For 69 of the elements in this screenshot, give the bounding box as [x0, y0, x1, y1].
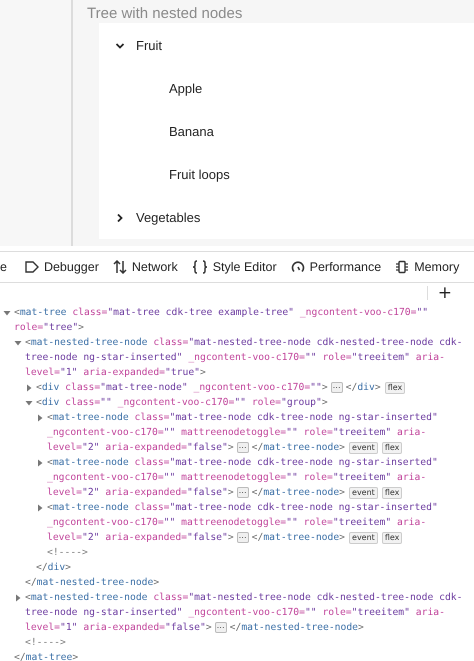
- markup-text: level="2" aria-expanded="false">: [47, 442, 234, 453]
- markup-text: </mat-tree-node>: [252, 442, 346, 453]
- markup-text: level="2" aria-expanded="false">: [47, 532, 234, 543]
- chevron-icon[interactable]: [115, 212, 125, 222]
- markup-text: <!---->: [25, 637, 66, 648]
- tree-node-label[interactable]: Vegetables: [136, 210, 200, 225]
- expanded-triangle-icon[interactable]: [25, 398, 33, 406]
- markup-badge[interactable]: event: [349, 532, 378, 544]
- devtools-tab[interactable]: Debugger: [12, 260, 106, 274]
- collapsed-triangle-icon[interactable]: [36, 414, 44, 422]
- add-button[interactable]: +: [434, 284, 456, 302]
- markup-text: </mat-tree-node>: [252, 532, 346, 543]
- markup-badge[interactable]: flex: [382, 532, 402, 544]
- ellipsis-button[interactable]: ⋯: [330, 382, 343, 393]
- markup-text: <mat-nested-tree-node class="mat-nested-tree-node cdk-nested-tree-node cdk-: [25, 337, 462, 348]
- markup-text: </mat-nested-tree-node>: [25, 577, 160, 588]
- markup-badge[interactable]: event: [349, 486, 378, 498]
- ellipsis-button[interactable]: ⋯: [236, 532, 249, 543]
- collapsed-triangle-icon[interactable]: [25, 384, 33, 392]
- markup-text: level="2" aria-expanded="false">: [47, 487, 234, 498]
- markup-text: _ngcontent-voo-c170="" mattreenodetoggle="" role="treeitem" aria-: [47, 427, 426, 438]
- tree-node-label[interactable]: Banana: [169, 124, 214, 139]
- markup-text: </div>: [346, 382, 381, 393]
- arrows-icon: [112, 260, 127, 274]
- markup-text: </mat-tree>: [14, 652, 78, 661]
- expanded-triangle-icon[interactable]: [3, 308, 11, 316]
- tree-node-label[interactable]: Fruit loops: [169, 167, 230, 182]
- devtools-tab[interactable]: Performance: [284, 260, 388, 274]
- markup-text: </mat-tree-node>: [252, 487, 346, 498]
- markup-text: <mat-nested-tree-node class="mat-nested-tree-node cdk-nested-tree-node cdk-: [25, 592, 462, 603]
- markup-text: <!---->: [47, 547, 88, 558]
- ellipsis-button[interactable]: ⋯: [236, 487, 249, 498]
- markup-text: tree-node ng-star-inserted" _ngcontent-voo-c170="" role="treeitem" aria-: [25, 352, 445, 363]
- markup-text: <mat-tree-node class="mat-tree-node cdk-tree-node ng-star-inserted": [47, 502, 438, 513]
- markup-text: level="1" aria-expanded="true">: [25, 367, 206, 378]
- braces-icon: [192, 260, 208, 274]
- markup-badge[interactable]: flex: [382, 442, 402, 454]
- chevron-icon[interactable]: [115, 40, 125, 50]
- collapsed-triangle-icon[interactable]: [36, 458, 44, 466]
- markup-text: </div>: [36, 562, 72, 573]
- markup-text: _ngcontent-voo-c170="" mattreenodetoggle="" role="treeitem" aria-: [47, 517, 426, 528]
- devtools-tab[interactable]: e: [0, 260, 13, 274]
- devtools-tab[interactable]: Memory: [388, 260, 466, 274]
- section-title: Tree with nested nodes: [86, 4, 244, 23]
- markup-text: </mat-nested-tree-node>: [230, 622, 364, 633]
- devtools-tab[interactable]: Network: [106, 260, 185, 274]
- gauge-icon: [290, 260, 305, 274]
- markup-text: <div class="mat-tree-node" _ngcontent-voo-c170="">: [36, 382, 328, 393]
- tree-node-label[interactable]: Fruit: [136, 38, 162, 53]
- ellipsis-button[interactable]: ⋯: [236, 442, 249, 453]
- collapsed-triangle-icon[interactable]: [36, 504, 44, 512]
- expanded-triangle-icon[interactable]: [14, 338, 22, 346]
- markup-badge[interactable]: flex: [382, 486, 402, 498]
- markup-text: <div class="" _ngcontent-voo-c170="" role="group">: [36, 397, 328, 408]
- markup-text: <mat-tree-node class="mat-tree-node cdk-tree-node ng-star-inserted": [47, 457, 438, 468]
- collapsed-triangle-icon[interactable]: [14, 594, 22, 602]
- tree-node-label[interactable]: Apple: [169, 81, 202, 96]
- debugger-icon: [24, 261, 39, 273]
- ellipsis-button[interactable]: ⋯: [214, 622, 227, 633]
- markup-badge[interactable]: event: [349, 442, 378, 454]
- markup-text: <mat-tree-node class="mat-tree-node cdk-tree-node ng-star-inserted": [47, 412, 438, 423]
- markup-text: level="1" aria-expanded="false">: [25, 622, 212, 633]
- markup-text: <mat-tree class="mat-tree cdk-tree example-tree" _ngcontent-voo-c170="": [14, 307, 428, 318]
- devtools-tab[interactable]: Style Editor: [184, 260, 284, 274]
- markup-text: role="tree">: [14, 322, 84, 333]
- markup-text: _ngcontent-voo-c170="" mattreenodetoggle="" role="treeitem" aria-: [47, 472, 426, 483]
- chip-icon: [395, 260, 410, 274]
- markup-text: tree-node ng-star-inserted" _ngcontent-voo-c170="" role="treeitem" aria-: [25, 607, 445, 618]
- markup-badge[interactable]: flex: [384, 382, 406, 394]
